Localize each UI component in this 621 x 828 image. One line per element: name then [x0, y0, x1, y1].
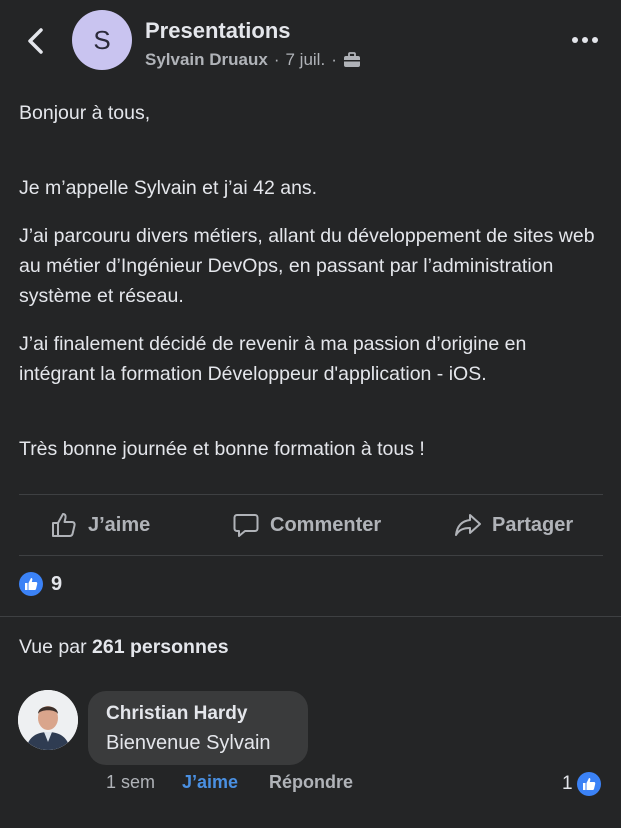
post-paragraph: Je m’appelle Sylvain et j’ai 42 ans.: [19, 177, 318, 199]
post-paragraph: J’ai parcouru divers métiers, allant du …: [19, 225, 595, 307]
comment-reply-button[interactable]: Répondre: [269, 772, 353, 793]
comment-reactions[interactable]: 1: [562, 772, 601, 796]
comment-button[interactable]: Commenter: [232, 495, 381, 555]
like-button[interactable]: J’aime: [50, 495, 150, 555]
post-header: S Presentations Sylvain Druaux · 7 juil.…: [0, 0, 621, 82]
reactions-summary[interactable]: 9: [19, 572, 62, 596]
briefcase-icon: [343, 52, 360, 67]
group-avatar[interactable]: S: [72, 10, 132, 70]
post-paragraph: Très bonne journée et bonne formation à …: [19, 438, 425, 460]
comment-like-button[interactable]: J’aime: [182, 772, 238, 793]
reactions-count: 9: [51, 572, 63, 595]
comment-like-badge-icon: [576, 772, 601, 796]
meta-separator-2: ·: [331, 50, 337, 69]
thumbs-up-icon: [52, 513, 76, 537]
post-paragraph: J’ai finalement décidé de revenir à ma p…: [19, 333, 527, 385]
back-chevron-icon[interactable]: [22, 26, 50, 56]
comment-icon: [233, 514, 259, 537]
actions-bottom-divider: [19, 555, 603, 556]
comment-label: Commenter: [270, 513, 382, 536]
meta-separator: ·: [273, 50, 280, 69]
comment-time[interactable]: 1 sem: [106, 772, 155, 793]
share-icon: [455, 514, 481, 536]
like-label: J’aime: [88, 513, 151, 536]
more-icon[interactable]: [570, 32, 600, 48]
comment-like-count: 1: [562, 773, 573, 794]
post-date[interactable]: 7 juil.: [286, 50, 326, 70]
share-button[interactable]: Partager: [454, 495, 573, 555]
post-actions: J’aime Commenter Partager: [19, 495, 603, 555]
views-summary[interactable]: Vue par 261 personnes: [19, 636, 229, 659]
views-count: 261 personnes: [92, 636, 229, 658]
share-label: Partager: [492, 513, 574, 536]
commenter-avatar[interactable]: [18, 690, 78, 750]
commenter-name[interactable]: Christian Hardy: [106, 703, 247, 725]
like-badge-icon: [19, 572, 43, 596]
comment-text: Bienvenue Sylvain: [106, 732, 271, 754]
post-paragraph: Bonjour à tous,: [19, 102, 151, 124]
views-prefix: Vue par: [19, 636, 87, 658]
group-title[interactable]: Presentations: [145, 18, 291, 44]
post-meta: Sylvain Druaux · 7 juil. ·: [145, 50, 361, 70]
section-divider: [0, 616, 621, 617]
post-body: Bonjour à tous, Je m’appelle Sylvain et …: [19, 98, 599, 464]
post-author[interactable]: Sylvain Druaux: [145, 50, 268, 70]
